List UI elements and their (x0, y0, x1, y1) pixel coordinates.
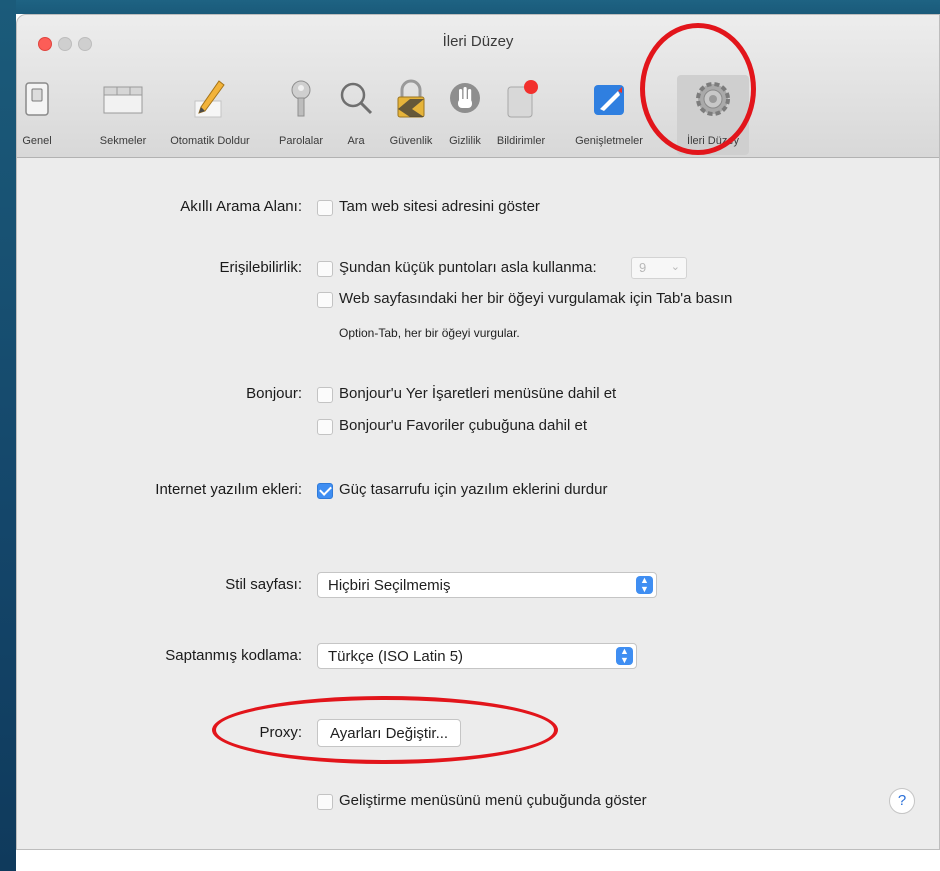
tab-label: Ara (347, 135, 365, 147)
tabs-icon (103, 86, 143, 114)
smart-search-label: Akıllı Arama Alanı: (180, 198, 302, 215)
smart-search-option: Tam web sitesi adresini göster (339, 198, 540, 215)
window-title: İleri Düzey (442, 33, 514, 50)
stylesheet-select[interactable]: Hiçbiri Seçilmemiş ▲ ▼ (317, 572, 657, 598)
notification-icon (507, 80, 538, 118)
tab-bildirimler[interactable]: Bildirimler (491, 75, 551, 155)
tab-highlight-note: Option-Tab, her bir öğeyi vurgular. (339, 326, 520, 340)
plugins-power-saver-checkbox[interactable] (317, 483, 333, 499)
tab-gizlilik[interactable]: Gizlilik (443, 75, 487, 155)
tab-label: Sekmeler (99, 135, 147, 147)
highlight-oval-proxy (212, 696, 558, 764)
switch-icon (25, 82, 49, 116)
tab-parolalar[interactable]: Parolalar (272, 75, 330, 155)
highlight-circle-advanced-tab (640, 23, 756, 155)
encoding-label: Saptanmış kodlama: (165, 647, 302, 664)
develop-menu-option: Geliştirme menüsünü menü çubuğunda göste… (339, 792, 647, 809)
tab-sekmeler[interactable]: Sekmeler (93, 75, 153, 155)
plugins-power-saver-option: Güç tasarrufu için yazılım eklerini durd… (339, 481, 608, 498)
hand-icon (450, 83, 480, 113)
bonjour-bookmarks-checkbox[interactable] (317, 387, 333, 403)
puzzle-icon (594, 85, 624, 115)
desktop-background-left (0, 0, 16, 871)
tab-label: Parolalar (278, 135, 324, 147)
tab-label: Otomatik Doldur (170, 135, 250, 147)
min-font-size-select[interactable]: 9 ⌄ (631, 257, 687, 279)
tab-ara[interactable]: Ara (336, 75, 376, 155)
plugins-label: Internet yazılım ekleri: (155, 481, 302, 498)
stylesheet-label: Stil sayfası: (225, 576, 302, 593)
key-icon (291, 80, 311, 117)
stylesheet-value: Hiçbiri Seçilmemiş (328, 577, 451, 594)
search-icon (340, 82, 373, 115)
tab-genel[interactable]: Genel (19, 75, 55, 155)
tab-label: Genişletmeler (575, 135, 643, 147)
toolbar: İleri Düzey Genel Sekmeler Otomatik Dold… (17, 15, 939, 158)
encoding-value: Türkçe (ISO Latin 5) (328, 648, 464, 665)
lock-icon (397, 79, 425, 118)
bonjour-bookmarks-option: Bonjour'u Yer İşaretleri menüsüne dahil … (339, 385, 617, 402)
bonjour-label: Bonjour: (246, 385, 302, 402)
pencil-icon (194, 80, 225, 118)
tab-label: Güvenlik (389, 135, 433, 147)
tab-label: Genel (22, 135, 52, 147)
desktop-background-top (0, 0, 940, 14)
min-font-checkbox[interactable] (317, 261, 333, 277)
min-font-option: Şundan küçük puntoları asla kullanma: (339, 259, 597, 276)
tab-highlight-option: Web sayfasındaki her bir öğeyi vurgulama… (339, 290, 733, 307)
chevron-down-icon: ⌄ (670, 261, 680, 273)
tab-highlight-checkbox[interactable] (317, 292, 333, 308)
min-font-size-value: 9 (639, 260, 647, 275)
develop-menu-checkbox[interactable] (317, 794, 333, 810)
tab-otomatik-doldur[interactable]: Otomatik Doldur (160, 75, 260, 155)
encoding-select[interactable]: Türkçe (ISO Latin 5) ▲ ▼ (317, 643, 637, 669)
bonjour-favorites-option: Bonjour'u Favoriler çubuğuna dahil et (339, 417, 588, 434)
help-button[interactable]: ? (889, 788, 915, 814)
accessibility-label: Erişilebilirlik: (219, 259, 302, 276)
stepper-arrows-icon: ▲ ▼ (636, 576, 653, 594)
stepper-arrows-icon: ▲ ▼ (616, 647, 633, 665)
tab-guvenlik[interactable]: Güvenlik (383, 75, 439, 155)
tab-genisletmeler[interactable]: Genişletmeler (573, 75, 645, 155)
tab-label: Bildirimler (496, 135, 546, 147)
bonjour-favorites-checkbox[interactable] (317, 419, 333, 435)
smart-search-checkbox[interactable] (317, 200, 333, 216)
